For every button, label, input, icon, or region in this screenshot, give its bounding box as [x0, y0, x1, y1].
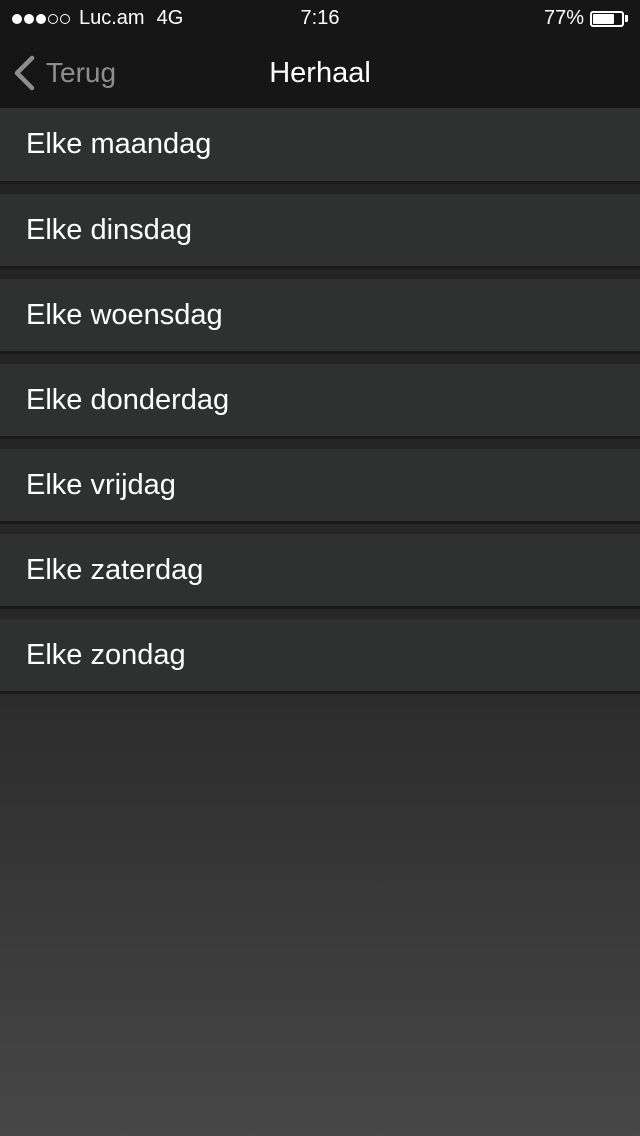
list-item-monday[interactable]: Elke maandag [0, 108, 640, 184]
chevron-left-icon [14, 55, 35, 91]
battery-icon [590, 10, 624, 27]
list-item-sunday[interactable]: Elke zondag [0, 619, 640, 694]
list-item-wednesday[interactable]: Elke woensdag [0, 279, 640, 354]
list-item-saturday[interactable]: Elke zaterdag [0, 534, 640, 609]
back-button-label: Terug [46, 57, 117, 88]
list-item-friday[interactable]: Elke vrijdag [0, 449, 640, 524]
navigation-bar: Terug Herhaal [0, 38, 640, 108]
battery-percent: 77% [543, 7, 584, 29]
battery-level-fill [593, 13, 615, 24]
back-button[interactable]: Terug [12, 52, 116, 94]
list-item-tuesday[interactable]: Elke dinsdag [0, 194, 640, 269]
battery-nub [625, 15, 628, 22]
list-item-thursday[interactable]: Elke donderdag [0, 364, 640, 439]
status-right: 77% [544, 7, 628, 30]
status-bar: Luc.am 4G 7:16 77% [0, 0, 640, 38]
repeat-day-list: Elke maandag Elke dinsdag Elke woensdag … [0, 108, 640, 704]
